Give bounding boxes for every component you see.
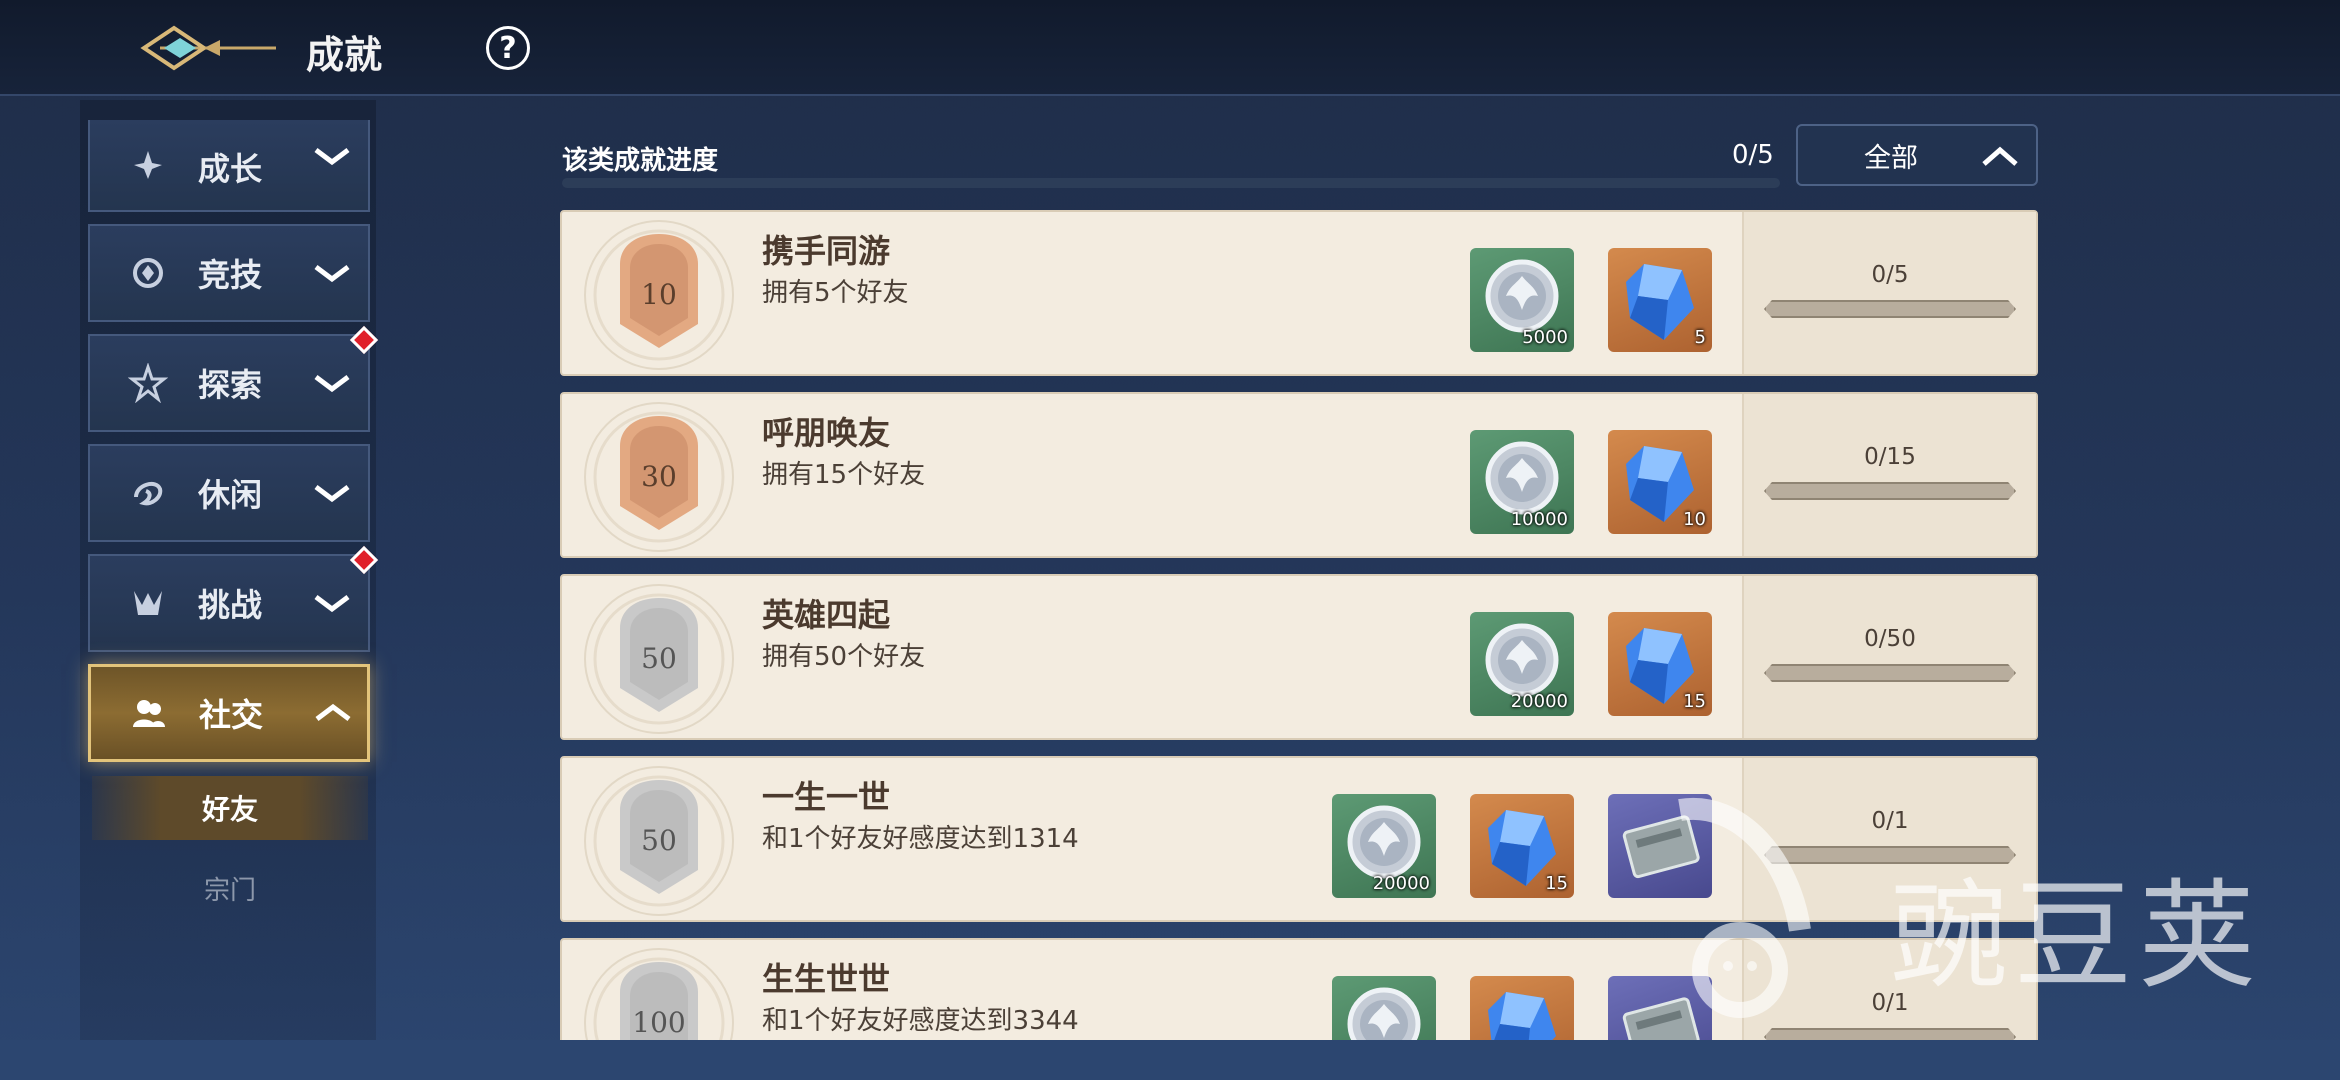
leisure-icon	[134, 481, 163, 506]
achievement-progress-bar	[1764, 664, 2016, 682]
reward-quantity: 10	[1683, 509, 1706, 530]
filter-label: 全部	[1864, 142, 1918, 174]
category-progress-bar	[562, 178, 1780, 188]
reward-quantity: 5000	[1522, 327, 1568, 348]
reward-quantity: 20000	[1510, 691, 1568, 712]
achievement-progress-text: 0/5	[1871, 262, 1909, 288]
bottom-edge	[0, 1040, 2340, 1080]
achievement-card[interactable]: 30 呼朋唤友 拥有15个好友 10000 10 0/15	[560, 392, 2038, 558]
achievement-description: 拥有5个好友	[762, 278, 909, 308]
chevron-down-icon	[314, 595, 350, 613]
sidebar-item-label: 社交	[199, 696, 264, 734]
reward-item-blue-crystal[interactable]: 5	[1608, 248, 1712, 352]
reward-item-silver-coin[interactable]: 5000	[1470, 248, 1574, 352]
question-mark-icon: ?	[499, 30, 517, 66]
sidebar-item-label: 探索	[198, 366, 263, 404]
achievement-title: 携手同游	[762, 232, 891, 270]
sidebar-item-leisure[interactable]: 休闲	[88, 444, 370, 542]
reward-quantity: 5	[1694, 327, 1706, 348]
reward-item-blue-crystal[interactable]: 15	[1608, 612, 1712, 716]
explore-icon	[128, 363, 168, 403]
category-progress-count: 0/5	[1732, 140, 1774, 170]
achievement-progress-panel: 0/15	[1742, 394, 2036, 556]
sidebar-item-label: 休闲	[198, 476, 263, 514]
achievement-description: 和1个好友好感度达到3344	[762, 1006, 1079, 1036]
reward-item-silver-coin[interactable]: 10000	[1470, 430, 1574, 534]
watermark-logo-icon	[1678, 797, 1811, 1018]
chevron-down-icon	[314, 265, 350, 283]
achievement-card[interactable]: 50 英雄四起 拥有50个好友 20000 15 0/50	[560, 574, 2038, 740]
medal-points: 50	[641, 824, 677, 857]
reward-quantity: 15	[1683, 691, 1706, 712]
achievement-progress-panel: 0/50	[1742, 576, 2036, 738]
reward-item-silver-coin[interactable]: 20000	[1470, 612, 1574, 716]
achievement-title: 呼朋唤友	[762, 414, 891, 452]
reward-quantity: 20000	[1372, 873, 1430, 894]
category-progress-label: 该类成就进度	[562, 146, 719, 176]
sidebar-item-arena[interactable]: 竞技	[88, 224, 370, 322]
sidebar-item-label: 竞技	[198, 256, 263, 294]
achievement-progress-text: 0/50	[1864, 626, 1916, 652]
reward-item-blue-crystal[interactable]: 10	[1608, 430, 1712, 534]
chevron-down-icon	[314, 485, 350, 503]
achievement-description: 和1个好友好感度达到1314	[762, 824, 1079, 854]
achievement-progress-panel: 0/5	[1742, 212, 2036, 374]
filter-dropdown[interactable]: 全部	[1796, 124, 2038, 186]
achievement-card[interactable]: 10 携手同游 拥有5个好友 5000 5 0/5	[560, 210, 2038, 376]
chevron-up-icon	[315, 703, 351, 721]
back-button[interactable]	[140, 20, 280, 76]
achievement-title: 英雄四起	[762, 596, 891, 634]
achievement-title: 生生世世	[762, 960, 891, 998]
arena-icon	[133, 258, 163, 288]
achievement-progress-text: 0/15	[1864, 444, 1916, 470]
medal-points: 10	[641, 278, 677, 311]
top-bar: 成就 ?	[0, 0, 2340, 96]
back-arrow-icon	[140, 25, 276, 71]
help-button[interactable]: ?	[486, 26, 530, 70]
achievement-progress-bar	[1764, 482, 2016, 500]
sidebar-item-label: 挑战	[198, 586, 263, 624]
achievement-description: 拥有50个好友	[762, 642, 926, 672]
sidebar-item-growth[interactable]: 成长	[88, 120, 370, 212]
reward-quantity: 10000	[1510, 509, 1568, 530]
social-icon	[133, 700, 165, 727]
medal-points: 50	[641, 642, 677, 675]
achievement-title: 一生一世	[762, 778, 891, 816]
reward-item-silver-coin[interactable]: 20000	[1332, 794, 1436, 898]
watermark-text: 豌豆荚	[1890, 867, 2263, 1005]
sub-item-sect[interactable]: 宗门	[92, 856, 368, 920]
achievement-description: 拥有15个好友	[762, 460, 926, 490]
watermark: 豌豆荚	[1620, 780, 2320, 1020]
page-title: 成就	[306, 32, 383, 77]
medal-points: 30	[641, 460, 677, 493]
chevron-down-icon	[314, 148, 350, 166]
sidebar-item-explore[interactable]: 探索	[88, 334, 370, 432]
medal-points: 100	[632, 1006, 686, 1039]
challenge-icon	[134, 591, 162, 615]
sidebar-item-challenge[interactable]: 挑战	[88, 554, 370, 652]
sidebar-item-label: 成长	[198, 150, 263, 188]
reward-quantity: 15	[1545, 873, 1568, 894]
sidebar-item-social[interactable]: 社交	[88, 664, 370, 762]
sub-item-friends[interactable]: 好友	[92, 776, 368, 840]
chevron-up-icon	[1982, 146, 2018, 166]
reward-item-blue-crystal[interactable]: 15	[1470, 794, 1574, 898]
growth-icon	[134, 151, 162, 179]
chevron-down-icon	[314, 375, 350, 393]
achievement-progress-bar	[1764, 300, 2016, 318]
